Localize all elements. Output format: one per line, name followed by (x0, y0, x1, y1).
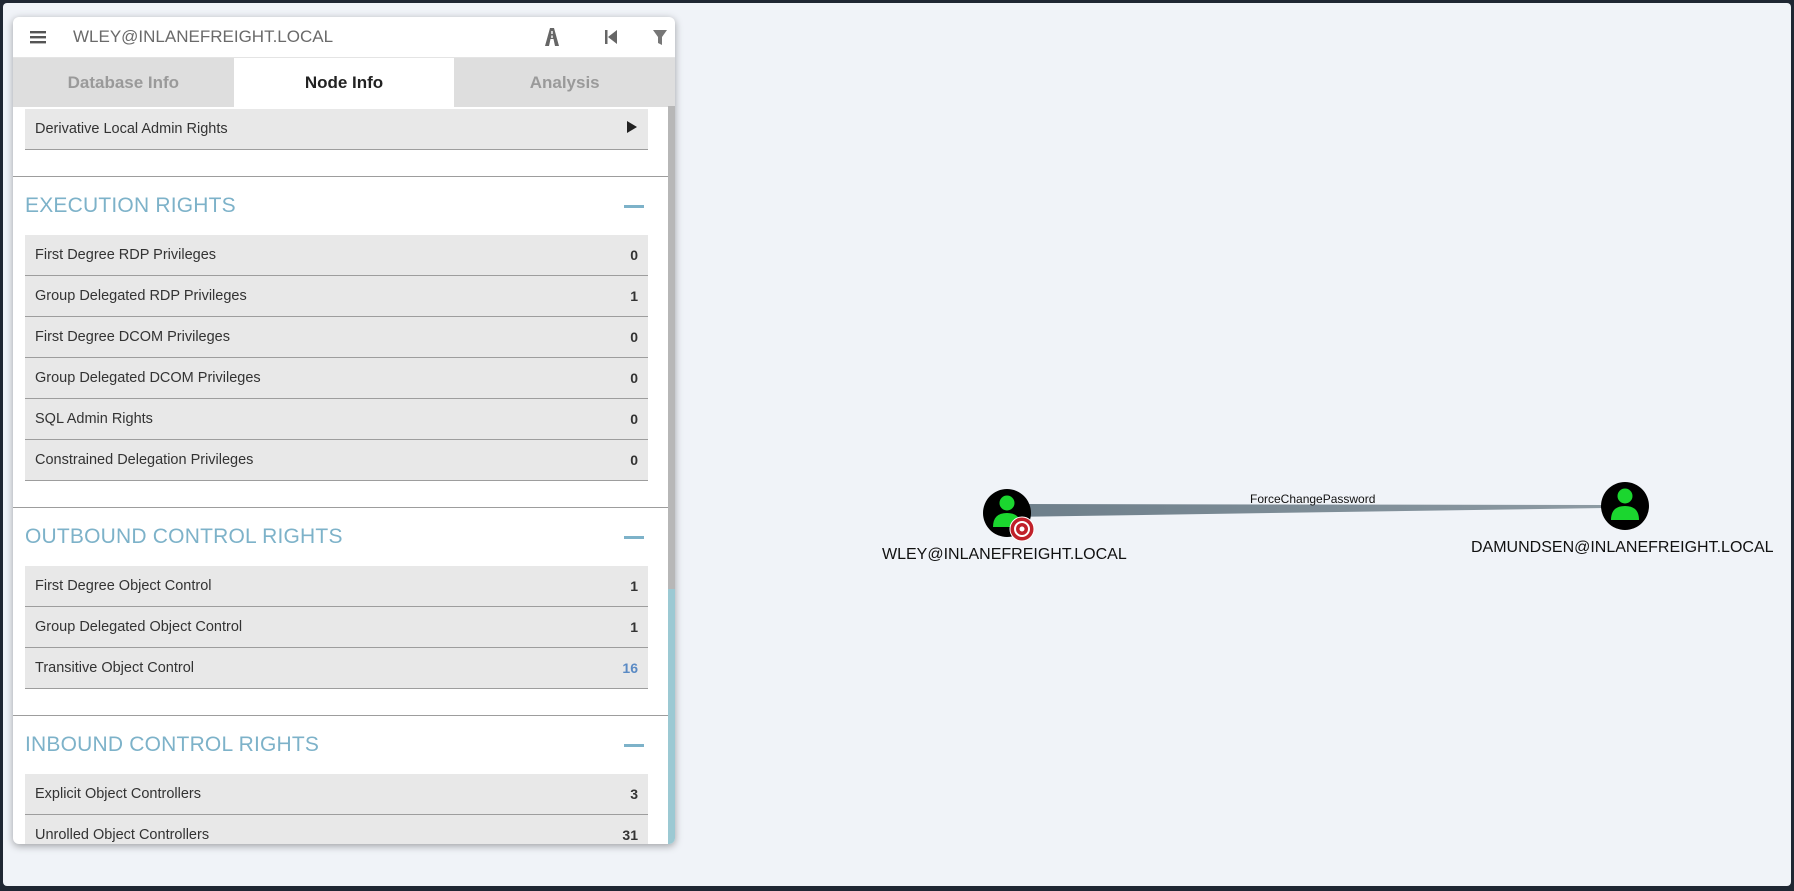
list-item[interactable]: Explicit Object Controllers 3 (25, 774, 648, 815)
row-label: First Degree DCOM Privileges (35, 329, 230, 345)
node-info-scroll[interactable]: Derivative Local Admin Rights EXECUTION … (13, 106, 675, 844)
row-count: 0 (630, 452, 638, 468)
node-target-user[interactable] (1601, 482, 1649, 530)
list-item[interactable]: First Degree RDP Privileges 0 (25, 235, 648, 276)
section-title: INBOUND CONTROL RIGHTS (25, 733, 320, 756)
row-count: 0 (630, 247, 638, 263)
row-label: Explicit Object Controllers (35, 786, 201, 802)
row-label: Group Delegated DCOM Privileges (35, 370, 261, 386)
row-label: SQL Admin Rights (35, 411, 153, 427)
node-source-user[interactable] (983, 489, 1035, 542)
row-count: 1 (630, 619, 638, 635)
collapse-icon[interactable] (624, 535, 644, 539)
collapse-icon[interactable] (624, 204, 644, 208)
list-item[interactable]: Group Delegated Object Control 1 (25, 607, 648, 648)
list-item-derivative-local-admin[interactable]: Derivative Local Admin Rights (25, 109, 648, 150)
row-label: Group Delegated Object Control (35, 619, 243, 635)
list-item[interactable]: Group Delegated RDP Privileges 1 (25, 276, 648, 317)
pathfinding-icon[interactable] (539, 25, 565, 49)
row-count-link[interactable]: 16 (622, 660, 638, 676)
play-arrow-icon[interactable] (626, 120, 638, 138)
list-item[interactable]: Constrained Delegation Privileges 0 (25, 440, 648, 481)
section-header-execution[interactable]: EXECUTION RIGHTS (13, 177, 668, 235)
menu-icon[interactable] (21, 17, 55, 57)
tab-analysis[interactable]: Analysis (454, 58, 675, 107)
row-label: Constrained Delegation Privileges (35, 452, 254, 468)
section-header-inbound[interactable]: INBOUND CONTROL RIGHTS (13, 716, 668, 774)
tab-node-info[interactable]: Node Info (233, 58, 455, 107)
row-label: Transitive Object Control (35, 660, 195, 676)
section-title: EXECUTION RIGHTS (25, 194, 236, 217)
row-label: Derivative Local Admin Rights (35, 121, 228, 137)
row-count: 0 (630, 329, 638, 345)
node-info-panel: Database Info Node Info Analysis Derivat… (13, 17, 675, 844)
list-item[interactable]: Unrolled Object Controllers 31 (25, 815, 648, 844)
scrollbar-thumb[interactable] (668, 106, 675, 589)
section-title: OUTBOUND CONTROL RIGHTS (25, 525, 343, 548)
collapse-icon[interactable] (624, 743, 644, 747)
list-item[interactable]: Group Delegated DCOM Privileges 0 (25, 358, 648, 399)
filter-icon[interactable] (647, 25, 673, 49)
section-header-outbound[interactable]: OUTBOUND CONTROL RIGHTS (13, 508, 668, 566)
row-label: Group Delegated RDP Privileges (35, 288, 247, 304)
row-count: 0 (630, 370, 638, 386)
list-item[interactable]: SQL Admin Rights 0 (25, 399, 648, 440)
list-item[interactable]: First Degree DCOM Privileges 0 (25, 317, 648, 358)
tab-database-info[interactable]: Database Info (13, 58, 234, 107)
source-node-label: WLEY@INLANEFREIGHT.LOCAL (882, 546, 1127, 563)
row-count: 31 (622, 827, 638, 843)
scrollbar[interactable] (668, 106, 675, 844)
row-label: First Degree Object Control (35, 578, 212, 594)
row-count: 1 (630, 288, 638, 304)
search-bar (13, 17, 675, 58)
list-item[interactable]: Transitive Object Control 16 (25, 648, 648, 689)
row-count: 1 (630, 578, 638, 594)
row-label: First Degree RDP Privileges (35, 247, 217, 263)
tab-bar: Database Info Node Info Analysis (13, 58, 675, 107)
row-count: 0 (630, 411, 638, 427)
scrollbar-track-lower (668, 589, 675, 844)
row-count: 3 (630, 786, 638, 802)
edge-label: ForceChangePassword (1250, 492, 1376, 506)
back-icon[interactable] (598, 25, 624, 49)
search-input[interactable] (71, 26, 515, 48)
row-label: Unrolled Object Controllers (35, 827, 210, 843)
target-node-label: DAMUNDSEN@INLANEFREIGHT.LOCAL (1471, 539, 1774, 556)
list-item[interactable]: First Degree Object Control 1 (25, 566, 648, 607)
target-badge-icon (1009, 516, 1035, 542)
graph-canvas[interactable]: ForceChangePassword WLEY@INLANEFREIGHT.L… (3, 3, 1791, 886)
